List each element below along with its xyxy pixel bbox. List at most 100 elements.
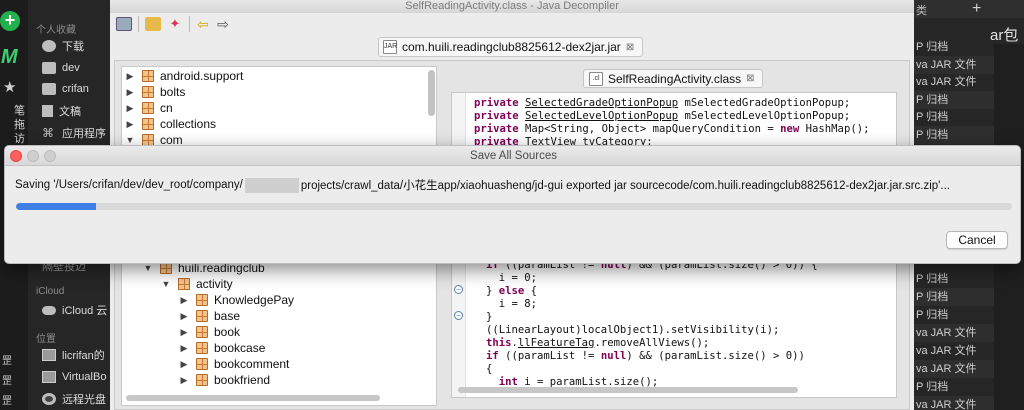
list-item[interactable]: P 归档 <box>914 108 994 126</box>
fold-toggle-icon[interactable]: − <box>454 285 463 294</box>
expand-arrow-icon[interactable]: ▶ <box>178 375 190 386</box>
close-window-button[interactable] <box>10 150 22 162</box>
optical-disc-icon <box>42 393 56 405</box>
tree-node-label: bookcase <box>214 341 266 355</box>
tab-label: com.huili.readingclub8825612-dex2jar.jar <box>402 40 621 54</box>
open-file-icon[interactable] <box>116 17 132 31</box>
code-line: i = 8; <box>486 298 538 310</box>
section-locations: 位置 <box>36 334 56 345</box>
collapse-arrow-icon[interactable]: ▼ <box>124 135 136 145</box>
star-icon[interactable]: ★ <box>3 78 16 96</box>
list-item[interactable]: va JAR 文件 <box>914 342 994 360</box>
code-line: this.llFeatureTag.removeAllViews(); <box>486 337 710 349</box>
sidebar-item-remote-disc[interactable]: 远程光盘 <box>42 390 106 408</box>
code-line: } else { <box>486 285 538 297</box>
list-item[interactable]: P 归档 <box>914 288 994 306</box>
saving-path-prefix: Saving '/Users/crifan/dev/dev_root/compa… <box>15 179 243 191</box>
list-item[interactable]: va JAR 文件 <box>914 360 994 378</box>
tree-node[interactable]: ▶ KnowledgePay <box>178 292 295 308</box>
tree-node[interactable]: ▶ collections <box>124 116 217 132</box>
tree-node-label: activity <box>196 277 233 291</box>
list-item[interactable]: P 归档 <box>914 306 994 324</box>
add-icon[interactable]: + <box>972 0 981 18</box>
close-icon[interactable]: ⊠ <box>626 42 634 53</box>
collapse-arrow-icon[interactable]: ▼ <box>160 279 172 289</box>
collapse-arrow-icon[interactable]: ▼ <box>142 263 154 273</box>
sidebar-mini-label: 罡 <box>2 396 12 407</box>
cancel-button[interactable]: Cancel <box>946 231 1008 249</box>
tree-node[interactable]: ▶ bookcomment <box>178 356 290 372</box>
tree-node[interactable]: ▼ activity <box>160 276 233 292</box>
code-horizontal-scrollbar[interactable] <box>458 387 798 393</box>
back-arrow-icon[interactable]: ⇦ <box>196 17 210 31</box>
sidebar-item-dev[interactable]: dev <box>42 59 80 77</box>
code-line: } <box>486 311 493 323</box>
code-line: private SelectedLevelOptionPopup mSelect… <box>474 110 851 122</box>
sidebar-item-downloads[interactable]: 下载 <box>42 37 84 55</box>
package-icon <box>196 294 208 306</box>
expand-arrow-icon[interactable]: ▶ <box>124 119 136 130</box>
expand-arrow-icon[interactable]: ▶ <box>124 87 136 98</box>
window-titlebar: SelfReadingActivity.class - Java Decompi… <box>110 0 914 13</box>
sidebar-item-label: licrifan的 <box>62 350 105 362</box>
fold-toggle-icon[interactable]: − <box>454 311 463 320</box>
expand-arrow-icon[interactable]: ▶ <box>178 311 190 322</box>
add-icon[interactable]: + <box>0 11 20 31</box>
list-item[interactable]: va JAR 文件 <box>914 73 994 91</box>
tree-node[interactable]: ▶ base <box>178 308 241 324</box>
tree-node[interactable]: ▶ bolts <box>124 84 186 100</box>
package-icon <box>196 374 208 386</box>
tree-node-label: cn <box>160 101 173 115</box>
tree-node[interactable]: ▶ android.support <box>124 68 244 84</box>
list-item[interactable]: P 归档 <box>914 126 994 144</box>
home-icon <box>42 83 56 95</box>
list-item[interactable]: va JAR 文件 <box>914 324 994 342</box>
tree-node-label: KnowledgePay <box>214 293 295 307</box>
sidebar-item-label: 下载 <box>62 41 84 53</box>
sidebar-item-applications[interactable]: ⌘ 应用程序 <box>42 124 106 142</box>
rocket-icon[interactable]: ✦ <box>167 17 183 31</box>
package-icon <box>142 118 154 130</box>
sidebar-item-label: 远程光盘 <box>62 394 106 406</box>
list-item[interactable]: P 归档 <box>914 91 994 109</box>
forward-arrow-icon[interactable]: ⇨ <box>216 17 230 31</box>
sidebar-item-crifan[interactable]: crifan <box>42 80 89 98</box>
minimize-window-button[interactable] <box>27 150 39 162</box>
tree-vertical-scrollbar[interactable] <box>428 70 435 116</box>
sidebar-item-label: crifan <box>62 83 89 95</box>
expand-arrow-icon[interactable]: ▶ <box>178 343 190 354</box>
expand-arrow-icon[interactable]: ▶ <box>178 295 190 306</box>
folder-title: ar包 <box>990 27 1019 44</box>
list-item[interactable]: va JAR 文件 <box>914 396 994 410</box>
tree-horizontal-scrollbar[interactable] <box>126 395 380 401</box>
tab-jar-file[interactable]: JAR com.huili.readingclub8825612-dex2jar… <box>378 37 644 57</box>
jar-file-icon: JAR <box>383 40 397 54</box>
tree-node-label: bookcomment <box>214 357 290 371</box>
expand-arrow-icon[interactable]: ▶ <box>124 103 136 114</box>
list-item[interactable]: P 归档 <box>914 38 994 56</box>
list-item[interactable]: P 归档 <box>914 270 994 288</box>
tree-node-label: collections <box>160 117 217 131</box>
tree-node[interactable]: ▶ bookcase <box>178 340 266 356</box>
sidebar-item-icloud[interactable]: iCloud 云 <box>42 301 107 319</box>
tree-node-label: bookfriend <box>214 373 271 387</box>
open-type-icon[interactable] <box>145 17 161 31</box>
class-file-icon: .cl <box>589 71 603 86</box>
folder-icon <box>42 62 56 74</box>
expand-arrow-icon[interactable]: ▶ <box>178 359 190 370</box>
close-icon[interactable]: ⊠ <box>746 73 754 84</box>
sidebar-item-documents[interactable]: 文稿 <box>42 102 81 120</box>
app-logo-icon[interactable]: M <box>1 46 18 69</box>
zoom-window-button[interactable] <box>44 150 56 162</box>
list-item[interactable]: P 归档 <box>914 378 994 396</box>
tab-class-file[interactable]: .cl SelfReadingActivity.class ⊠ <box>583 69 763 88</box>
disk-icon <box>42 371 56 383</box>
sidebar-item-computer[interactable]: licrifan的 <box>42 346 105 364</box>
tree-node[interactable]: ▶ cn <box>124 100 173 116</box>
tree-node[interactable]: ▶ bookfriend <box>178 372 271 388</box>
list-item[interactable]: va JAR 文件 <box>914 56 994 74</box>
expand-arrow-icon[interactable]: ▶ <box>124 71 136 82</box>
tree-node[interactable]: ▶ book <box>178 324 241 340</box>
expand-arrow-icon[interactable]: ▶ <box>178 327 190 338</box>
sidebar-item-virtualbox[interactable]: VirtualBo <box>42 368 106 386</box>
